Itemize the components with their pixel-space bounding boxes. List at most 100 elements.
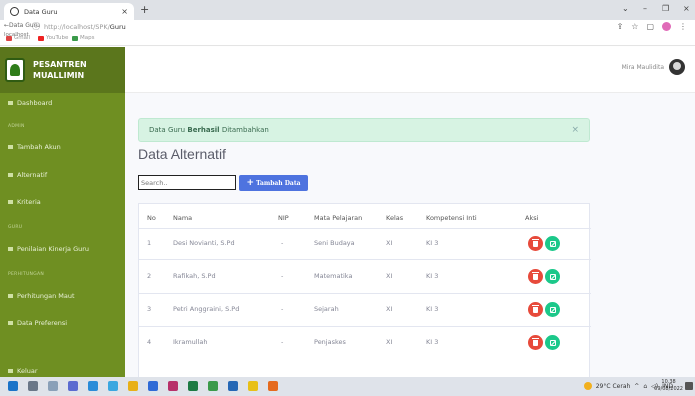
chevron-up-icon[interactable]: ^ (634, 383, 639, 390)
task-view-icon[interactable] (28, 381, 38, 391)
explorer-icon[interactable] (108, 381, 118, 391)
share-icon[interactable]: ⇪ (617, 22, 624, 31)
sidebar-heading-perhitungan: PERHITUNGAN (8, 272, 45, 277)
edge-icon[interactable] (88, 381, 98, 391)
success-alert: Data Guru Berhasil Ditambahkan × (138, 118, 590, 142)
dashboard-icon (8, 101, 13, 105)
trash-icon (532, 304, 539, 313)
widgets-icon[interactable] (48, 381, 58, 391)
clock[interactable]: 10.38 09/08/2022 (654, 379, 683, 393)
sidebar-item-penilaian[interactable]: Penilaian Kinerja Guru (8, 245, 89, 253)
trash-icon (532, 238, 539, 247)
profile-icon[interactable] (662, 22, 671, 31)
edit-icon (549, 339, 556, 346)
new-tab-button[interactable]: + (140, 3, 149, 16)
teams-icon[interactable] (68, 381, 78, 391)
brand-line2: MUALLIMIN (33, 71, 85, 80)
filezilla-icon[interactable] (248, 381, 258, 391)
star-icon[interactable]: ☆ (631, 22, 638, 31)
folder-icon (8, 173, 13, 177)
edit-button[interactable] (545, 335, 560, 350)
sidepanel-icon[interactable]: ▢ (646, 22, 654, 31)
sidebar-item-alternatif[interactable]: Alternatif (8, 171, 47, 179)
add-data-button[interactable]: + Tambah Data (239, 175, 308, 191)
delete-button[interactable] (528, 302, 543, 317)
url-field[interactable]: http://localhost/SPK/Guru (44, 23, 126, 31)
globe-icon (10, 7, 19, 16)
folder-icon (8, 294, 13, 298)
sidebar-item-data-preferensi[interactable]: Data Preferensi (8, 319, 67, 327)
folder-icon[interactable] (128, 381, 138, 391)
edit-icon (549, 240, 556, 247)
school-logo (5, 58, 25, 82)
plus-icon: + (246, 178, 255, 188)
header-aksi: Aksi (525, 214, 539, 222)
page-title: Data Alternatif (138, 146, 226, 162)
xampp-icon[interactable] (268, 381, 278, 391)
brand[interactable]: PESANTREN MUALLIMIN (0, 47, 125, 93)
sidebar-item-dashboard[interactable]: Dashboard (8, 99, 52, 107)
header-mata-pelajaran: Mata Pelajaran (314, 214, 363, 222)
gmail-icon (6, 35, 12, 41)
data-table: No Nama NIP Mata Pelajaran Kelas Kompete… (138, 203, 591, 378)
access-icon[interactable] (168, 381, 178, 391)
menu-icon[interactable]: ⋮ (679, 22, 687, 31)
sidebar-heading-admin: ADMIN (8, 124, 25, 129)
sidebar-heading-guru: GURU (8, 225, 23, 230)
sidebar-item-keluar[interactable]: Keluar (8, 367, 38, 375)
alert-prefix: Data Guru (149, 126, 186, 134)
edit-button[interactable] (545, 302, 560, 317)
word-icon[interactable] (228, 381, 238, 391)
bookmarks-bar: localhost Gmail YouTube Maps (0, 32, 695, 46)
folder-icon (8, 247, 13, 251)
header-kompetensi: Kompetensi Inti (426, 214, 477, 222)
minimize-button[interactable]: – (643, 4, 647, 13)
header-nip: NIP (278, 214, 289, 222)
maximize-button[interactable]: ❐ (662, 4, 669, 13)
bookmark-youtube[interactable]: YouTube (38, 35, 68, 41)
taskbar: 29°C Cerah ^ ⌂ ◁) IND 10.38 09/08/2022 (0, 377, 695, 396)
edit-icon (549, 306, 556, 313)
network-icon[interactable]: ⌂ (643, 383, 647, 390)
youtube-icon (38, 35, 44, 41)
alert-suffix: Ditambahkan (221, 126, 269, 134)
bookmark-maps[interactable]: Maps (72, 35, 94, 41)
delete-button[interactable] (528, 269, 543, 284)
chevron-down-icon[interactable]: ⌄ (622, 4, 629, 13)
browser-tab[interactable]: Data Guru × (4, 3, 134, 20)
folder-icon (8, 200, 13, 204)
edit-button[interactable] (545, 236, 560, 251)
sidebar-item-perhitungan-maut[interactable]: Perhitungan Maut (8, 292, 75, 300)
info-icon[interactable]: ⓘ (32, 21, 40, 32)
header-nama: Nama (173, 214, 193, 222)
avatar (669, 59, 685, 75)
excel-icon[interactable] (188, 381, 198, 391)
search-input[interactable] (138, 175, 236, 190)
bookmark-gmail[interactable]: Gmail (6, 35, 30, 41)
chrome-icon[interactable] (208, 381, 218, 391)
folder-icon (8, 321, 13, 325)
topbar: Mira Maulidita (125, 47, 695, 93)
notification-icon[interactable] (685, 382, 693, 390)
tab-title: Data Guru (24, 7, 58, 16)
user-menu[interactable]: Mira Maulidita (622, 59, 685, 75)
header-no: No (147, 214, 156, 222)
delete-button[interactable] (528, 335, 543, 350)
close-window-button[interactable]: × (683, 4, 690, 13)
alert-close-button[interactable]: × (571, 125, 579, 135)
user-name: Mira Maulidita (621, 63, 664, 71)
folder-icon (8, 145, 13, 149)
delete-button[interactable] (528, 236, 543, 251)
browser-tabstrip: Data Guru × + ⌄ – ❐ × (0, 0, 695, 20)
sidebar: PESANTREN MUALLIMIN Dashboard ADMIN Tamb… (0, 47, 125, 377)
sidebar-item-kriteria[interactable]: Kriteria (8, 198, 41, 206)
edit-button[interactable] (545, 269, 560, 284)
windows-start-icon[interactable] (8, 381, 18, 391)
weather-icon[interactable] (583, 382, 592, 390)
close-tab-icon[interactable]: × (121, 7, 128, 16)
trash-icon (532, 271, 539, 280)
sidebar-item-tambah-akun[interactable]: Tambah Akun (8, 143, 61, 151)
maps-icon (72, 35, 78, 41)
mail-icon[interactable] (148, 381, 158, 391)
brand-line1: PESANTREN (33, 60, 87, 69)
